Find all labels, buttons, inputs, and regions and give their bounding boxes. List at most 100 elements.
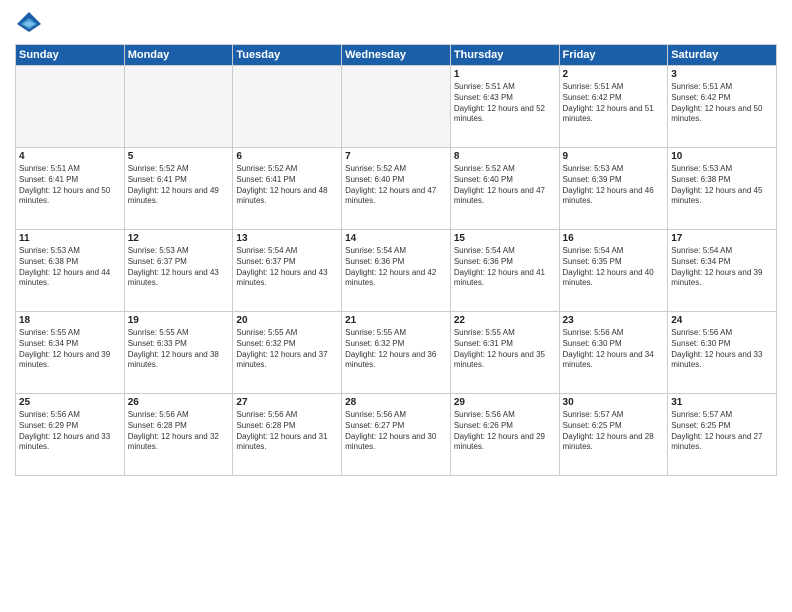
day-number: 16 bbox=[563, 233, 665, 244]
day-number: 14 bbox=[345, 233, 447, 244]
cell-details: Sunrise: 5:57 AMSunset: 6:25 PMDaylight:… bbox=[563, 410, 665, 453]
calendar-cell: 11 Sunrise: 5:53 AMSunset: 6:38 PMDayligh… bbox=[16, 230, 125, 312]
cell-details: Sunrise: 5:56 AMSunset: 6:30 PMDaylight:… bbox=[671, 328, 773, 371]
cell-details: Sunrise: 5:54 AMSunset: 6:34 PMDaylight:… bbox=[671, 246, 773, 289]
day-number: 22 bbox=[454, 315, 556, 326]
day-number: 18 bbox=[19, 315, 121, 326]
cell-details: Sunrise: 5:51 AMSunset: 6:43 PMDaylight:… bbox=[454, 82, 556, 125]
week-row-5: 25 Sunrise: 5:56 AMSunset: 6:29 PMDayligh… bbox=[16, 394, 777, 476]
header bbox=[15, 10, 777, 38]
cell-details: Sunrise: 5:53 AMSunset: 6:38 PMDaylight:… bbox=[19, 246, 121, 289]
cell-details: Sunrise: 5:55 AMSunset: 6:32 PMDaylight:… bbox=[236, 328, 338, 371]
weekday-header-row: SundayMondayTuesdayWednesdayThursdayFrid… bbox=[16, 45, 777, 66]
calendar-cell: 10 Sunrise: 5:53 AMSunset: 6:38 PMDayligh… bbox=[668, 148, 777, 230]
weekday-header-tuesday: Tuesday bbox=[233, 45, 342, 66]
calendar-cell: 14Sunrise: 5:54 AMSunset: 6:36 PMDayligh… bbox=[342, 230, 451, 312]
cell-details: Sunrise: 5:54 AMSunset: 6:35 PMDaylight:… bbox=[563, 246, 665, 289]
weekday-header-friday: Friday bbox=[559, 45, 668, 66]
calendar-cell: 30 Sunrise: 5:57 AMSunset: 6:25 PMDayligh… bbox=[559, 394, 668, 476]
cell-details: Sunrise: 5:56 AMSunset: 6:28 PMDaylight:… bbox=[128, 410, 230, 453]
cell-details: Sunrise: 5:56 AMSunset: 6:30 PMDaylight:… bbox=[563, 328, 665, 371]
cell-details: Sunrise: 5:52 AMSunset: 6:40 PMDaylight:… bbox=[454, 164, 556, 207]
week-row-4: 18 Sunrise: 5:55 AMSunset: 6:34 PMDayligh… bbox=[16, 312, 777, 394]
day-number: 9 bbox=[563, 151, 665, 162]
calendar-cell: 16 Sunrise: 5:54 AMSunset: 6:35 PMDayligh… bbox=[559, 230, 668, 312]
calendar-cell: 17 Sunrise: 5:54 AMSunset: 6:34 PMDayligh… bbox=[668, 230, 777, 312]
cell-details: Sunrise: 5:51 AMSunset: 6:41 PMDaylight:… bbox=[19, 164, 121, 207]
weekday-header-sunday: Sunday bbox=[16, 45, 125, 66]
week-row-1: 1Sunrise: 5:51 AMSunset: 6:43 PMDaylight… bbox=[16, 66, 777, 148]
cell-details: Sunrise: 5:53 AMSunset: 6:39 PMDaylight:… bbox=[563, 164, 665, 207]
calendar-cell: 28 Sunrise: 5:56 AMSunset: 6:27 PMDayligh… bbox=[342, 394, 451, 476]
page: SundayMondayTuesdayWednesdayThursdayFrid… bbox=[0, 0, 792, 612]
day-number: 11 bbox=[19, 233, 121, 244]
cell-details: Sunrise: 5:55 AMSunset: 6:31 PMDaylight:… bbox=[454, 328, 556, 371]
calendar-cell: 19 Sunrise: 5:55 AMSunset: 6:33 PMDayligh… bbox=[124, 312, 233, 394]
calendar-cell: 26Sunrise: 5:56 AMSunset: 6:28 PMDayligh… bbox=[124, 394, 233, 476]
weekday-header-saturday: Saturday bbox=[668, 45, 777, 66]
day-number: 19 bbox=[128, 315, 230, 326]
calendar-cell: 22 Sunrise: 5:55 AMSunset: 6:31 PMDayligh… bbox=[450, 312, 559, 394]
cell-details: Sunrise: 5:55 AMSunset: 6:32 PMDaylight:… bbox=[345, 328, 447, 371]
cell-details: Sunrise: 5:56 AMSunset: 6:29 PMDaylight:… bbox=[19, 410, 121, 453]
calendar-cell: 15 Sunrise: 5:54 AMSunset: 6:36 PMDayligh… bbox=[450, 230, 559, 312]
calendar-cell: 13 Sunrise: 5:54 AMSunset: 6:37 PMDayligh… bbox=[233, 230, 342, 312]
calendar-cell: 18 Sunrise: 5:55 AMSunset: 6:34 PMDayligh… bbox=[16, 312, 125, 394]
day-number: 27 bbox=[236, 397, 338, 408]
cell-details: Sunrise: 5:52 AMSunset: 6:41 PMDaylight:… bbox=[128, 164, 230, 207]
calendar-cell: 2Sunrise: 5:51 AMSunset: 6:42 PMDaylight… bbox=[559, 66, 668, 148]
cell-details: Sunrise: 5:54 AMSunset: 6:36 PMDaylight:… bbox=[454, 246, 556, 289]
cell-details: Sunrise: 5:56 AMSunset: 6:26 PMDaylight:… bbox=[454, 410, 556, 453]
cell-details: Sunrise: 5:53 AMSunset: 6:37 PMDaylight:… bbox=[128, 246, 230, 289]
day-number: 15 bbox=[454, 233, 556, 244]
cell-details: Sunrise: 5:51 AMSunset: 6:42 PMDaylight:… bbox=[671, 82, 773, 125]
calendar-cell: 7Sunrise: 5:52 AMSunset: 6:40 PMDaylight… bbox=[342, 148, 451, 230]
day-number: 21 bbox=[345, 315, 447, 326]
cell-details: Sunrise: 5:56 AMSunset: 6:28 PMDaylight:… bbox=[236, 410, 338, 453]
calendar-cell bbox=[342, 66, 451, 148]
calendar-cell: 24 Sunrise: 5:56 AMSunset: 6:30 PMDayligh… bbox=[668, 312, 777, 394]
calendar-table: SundayMondayTuesdayWednesdayThursdayFrid… bbox=[15, 44, 777, 476]
weekday-header-wednesday: Wednesday bbox=[342, 45, 451, 66]
calendar-cell: 5 Sunrise: 5:52 AMSunset: 6:41 PMDaylight… bbox=[124, 148, 233, 230]
day-number: 23 bbox=[563, 315, 665, 326]
calendar-cell bbox=[16, 66, 125, 148]
cell-details: Sunrise: 5:56 AMSunset: 6:27 PMDaylight:… bbox=[345, 410, 447, 453]
calendar-cell: 20 Sunrise: 5:55 AMSunset: 6:32 PMDayligh… bbox=[233, 312, 342, 394]
day-number: 17 bbox=[671, 233, 773, 244]
day-number: 30 bbox=[563, 397, 665, 408]
cell-details: Sunrise: 5:54 AMSunset: 6:37 PMDaylight:… bbox=[236, 246, 338, 289]
day-number: 10 bbox=[671, 151, 773, 162]
day-number: 12 bbox=[128, 233, 230, 244]
calendar-cell: 4 Sunrise: 5:51 AMSunset: 6:41 PMDaylight… bbox=[16, 148, 125, 230]
day-number: 4 bbox=[19, 151, 121, 162]
cell-details: Sunrise: 5:55 AMSunset: 6:33 PMDaylight:… bbox=[128, 328, 230, 371]
day-number: 3 bbox=[671, 69, 773, 80]
weekday-header-monday: Monday bbox=[124, 45, 233, 66]
day-number: 5 bbox=[128, 151, 230, 162]
calendar-cell: 27 Sunrise: 5:56 AMSunset: 6:28 PMDayligh… bbox=[233, 394, 342, 476]
cell-details: Sunrise: 5:55 AMSunset: 6:34 PMDaylight:… bbox=[19, 328, 121, 371]
calendar-cell: 25 Sunrise: 5:56 AMSunset: 6:29 PMDayligh… bbox=[16, 394, 125, 476]
day-number: 25 bbox=[19, 397, 121, 408]
day-number: 20 bbox=[236, 315, 338, 326]
calendar-cell: 21 Sunrise: 5:55 AMSunset: 6:32 PMDayligh… bbox=[342, 312, 451, 394]
calendar-cell: 12 Sunrise: 5:53 AMSunset: 6:37 PMDayligh… bbox=[124, 230, 233, 312]
cell-details: Sunrise: 5:57 AMSunset: 6:25 PMDaylight:… bbox=[671, 410, 773, 453]
week-row-3: 11 Sunrise: 5:53 AMSunset: 6:38 PMDayligh… bbox=[16, 230, 777, 312]
calendar-cell bbox=[124, 66, 233, 148]
calendar-cell: 29Sunrise: 5:56 AMSunset: 6:26 PMDayligh… bbox=[450, 394, 559, 476]
day-number: 8 bbox=[454, 151, 556, 162]
day-number: 31 bbox=[671, 397, 773, 408]
cell-details: Sunrise: 5:53 AMSunset: 6:38 PMDaylight:… bbox=[671, 164, 773, 207]
day-number: 13 bbox=[236, 233, 338, 244]
day-number: 2 bbox=[563, 69, 665, 80]
day-number: 28 bbox=[345, 397, 447, 408]
cell-details: Sunrise: 5:52 AMSunset: 6:40 PMDaylight:… bbox=[345, 164, 447, 207]
calendar-cell: 6Sunrise: 5:52 AMSunset: 6:41 PMDaylight… bbox=[233, 148, 342, 230]
cell-details: Sunrise: 5:52 AMSunset: 6:41 PMDaylight:… bbox=[236, 164, 338, 207]
calendar-cell: 23 Sunrise: 5:56 AMSunset: 6:30 PMDayligh… bbox=[559, 312, 668, 394]
calendar-cell: 31 Sunrise: 5:57 AMSunset: 6:25 PMDayligh… bbox=[668, 394, 777, 476]
day-number: 24 bbox=[671, 315, 773, 326]
calendar-cell bbox=[233, 66, 342, 148]
